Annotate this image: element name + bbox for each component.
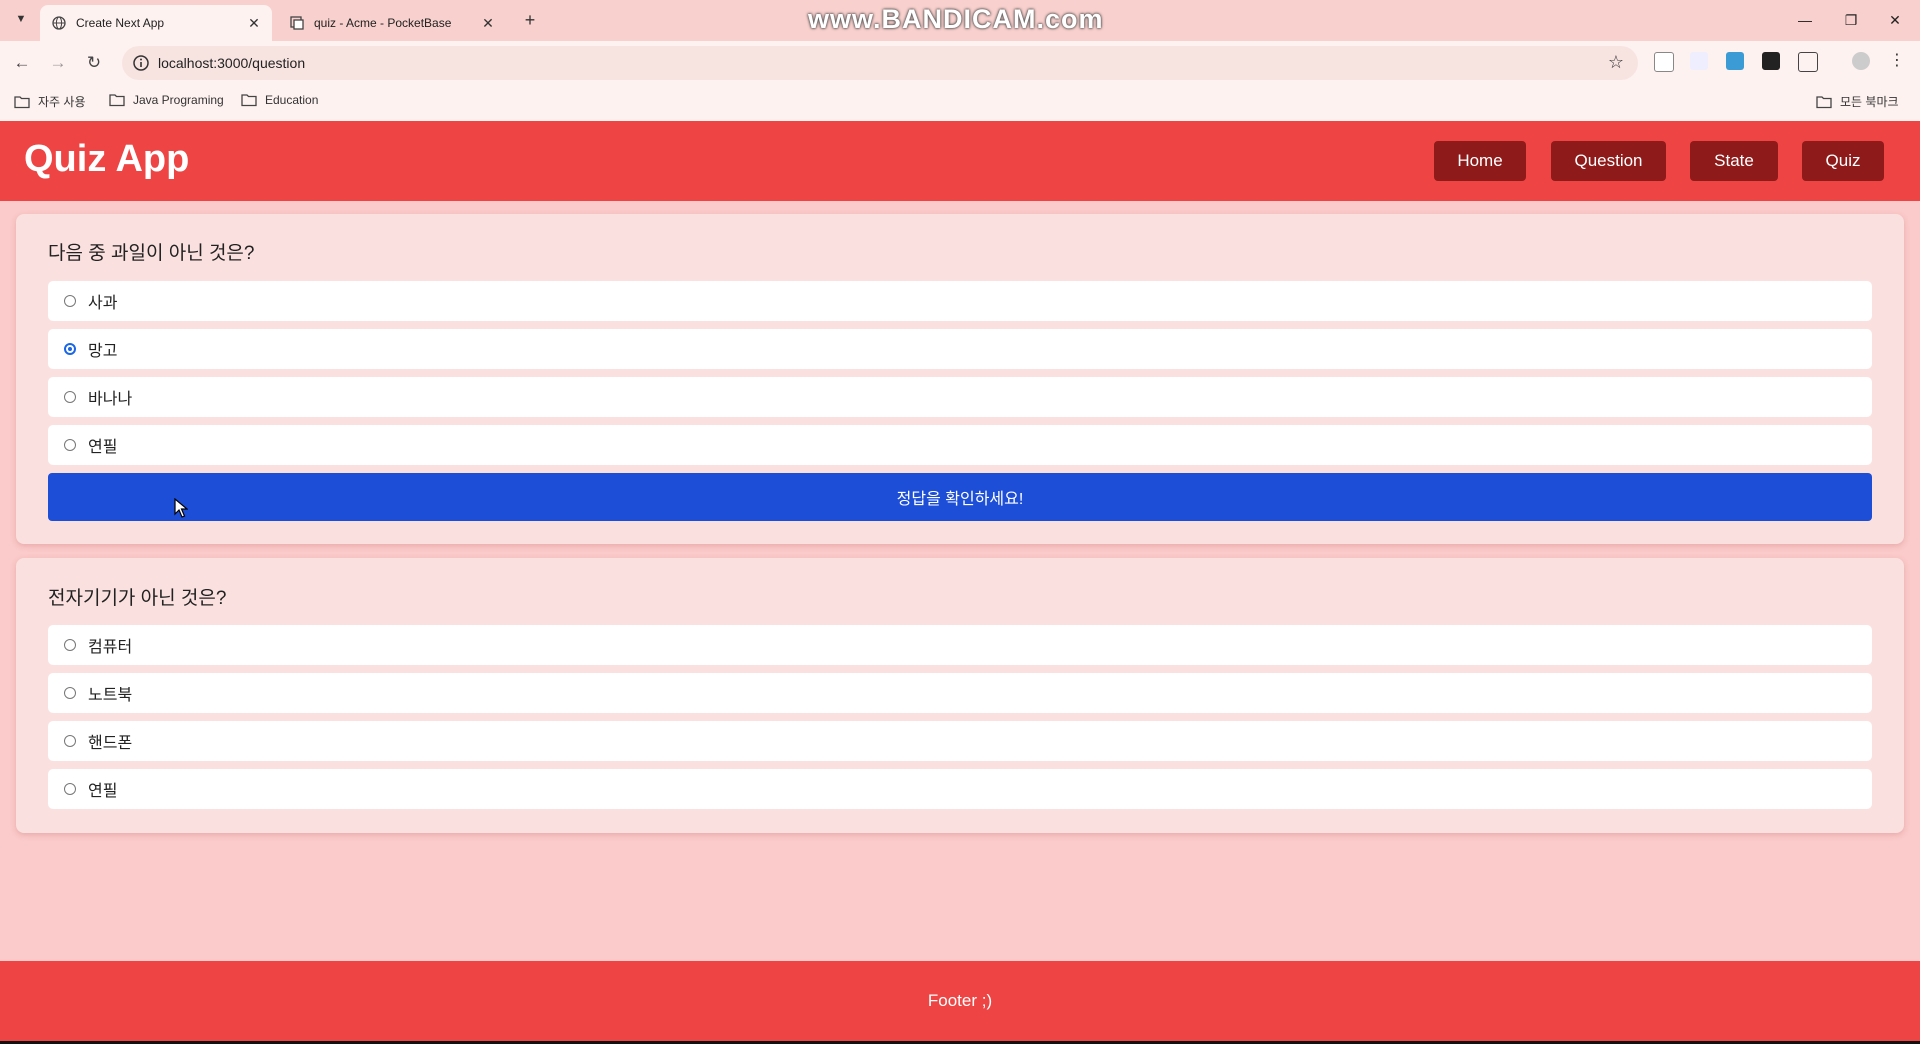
back-arrow-icon[interactable]: ← [10, 51, 34, 75]
reload-icon[interactable]: ↻ [82, 51, 106, 75]
option-label: 노트북 [88, 687, 133, 704]
minimize-icon[interactable]: — [1795, 10, 1815, 30]
extension-globe-icon[interactable] [1726, 52, 1744, 70]
browser-menu-icon[interactable]: ⋮ [1888, 52, 1906, 70]
tab-title: quiz - Acme - PocketBase [314, 16, 452, 30]
question-text: 전자기기가 아닌 것은? [48, 588, 227, 609]
tab-title: Create Next App [76, 16, 165, 30]
recorder-watermark: www.BANDICAM.com [808, 4, 1104, 34]
option-label: 컴퓨터 [88, 639, 133, 656]
globe-icon [52, 16, 66, 30]
option-label: 연필 [88, 439, 118, 456]
pocketbase-icon [290, 16, 304, 30]
close-tab-icon[interactable]: ✕ [246, 15, 262, 31]
bookmark-label: 모든 북마크 [1840, 95, 1899, 109]
option-1[interactable]: 컴퓨터 [48, 625, 1872, 665]
radio-button[interactable] [64, 735, 76, 747]
option-3[interactable]: 바나나 [48, 377, 1872, 417]
mouse-cursor-icon [174, 498, 188, 518]
bookmark-folder-frequent[interactable]: 자주 사용 [14, 93, 86, 110]
bookmark-label: 자주 사용 [38, 95, 86, 109]
bookmark-label: Education [265, 93, 319, 107]
radio-button[interactable] [64, 295, 76, 307]
close-tab-icon[interactable]: ✕ [480, 15, 496, 31]
option-2[interactable]: 노트북 [48, 673, 1872, 713]
app-title: Quiz App [24, 138, 190, 180]
option-4[interactable]: 연필 [48, 425, 1872, 465]
site-info-icon[interactable] [132, 54, 150, 72]
tab-create-next-app[interactable]: Create Next App ✕ [40, 5, 272, 41]
app-header: Quiz App Home Question State Quiz [0, 121, 1920, 201]
bookmark-star-icon[interactable]: ☆ [1608, 52, 1624, 73]
folder-icon [241, 94, 257, 107]
option-label: 연필 [88, 783, 118, 800]
browser-toolbar: ← → ↻ localhost:3000/question ☆ [0, 41, 1920, 85]
extension-reader-icon[interactable] [1654, 52, 1674, 72]
folder-icon [1816, 95, 1832, 108]
option-4[interactable]: 연필 [48, 769, 1872, 809]
radio-button[interactable] [64, 391, 76, 403]
question-card-1: 다음 중 과일이 아닌 것은? 사과 망고 바나나 연필 정답을 확인하세요! [16, 214, 1904, 544]
restore-icon[interactable]: ❐ [1841, 10, 1861, 30]
forward-arrow-icon[interactable]: → [46, 51, 70, 75]
radio-button[interactable] [64, 687, 76, 699]
radio-button[interactable] [64, 639, 76, 651]
option-1[interactable]: 사과 [48, 281, 1872, 321]
tab-search-chevron-icon[interactable]: ▼ [12, 10, 30, 28]
option-label: 핸드폰 [88, 735, 133, 752]
option-label: 바나나 [88, 391, 133, 408]
close-window-icon[interactable]: ✕ [1885, 10, 1905, 30]
extension-translator-icon[interactable] [1762, 52, 1780, 70]
bookmarks-bar: 자주 사용 Java Programing Education 모든 북마크 [0, 85, 1920, 121]
bookmark-folder-education[interactable]: Education [241, 93, 318, 107]
new-tab-plus-icon[interactable]: + [520, 10, 540, 30]
radio-button[interactable] [64, 783, 76, 795]
option-2[interactable]: 망고 [48, 329, 1872, 369]
profile-avatar[interactable] [1852, 52, 1870, 70]
option-label: 사과 [88, 295, 118, 312]
option-3[interactable]: 핸드폰 [48, 721, 1872, 761]
address-bar[interactable]: localhost:3000/question ☆ [122, 46, 1638, 80]
folder-icon [109, 94, 125, 107]
option-label: 망고 [88, 343, 118, 360]
folder-icon [14, 95, 30, 108]
bookmark-folder-java[interactable]: Java Programing [109, 93, 224, 107]
tab-pocketbase[interactable]: quiz - Acme - PocketBase ✕ [278, 5, 506, 41]
bookmark-label: Java Programing [133, 93, 224, 107]
check-answer-button[interactable]: 정답을 확인하세요! [48, 473, 1872, 521]
radio-button-selected[interactable] [64, 343, 76, 355]
all-bookmarks-folder[interactable]: 모든 북마크 [1816, 93, 1899, 110]
nav-quiz-button[interactable]: Quiz [1802, 141, 1884, 181]
nav-home-button[interactable]: Home [1434, 141, 1526, 181]
extension-accessibility-icon[interactable] [1690, 52, 1708, 70]
radio-button[interactable] [64, 439, 76, 451]
browser-tab-strip: ▼ Create Next App ✕ quiz - Acme - Pocket… [0, 0, 1920, 41]
question-card-2: 전자기기가 아닌 것은? 컴퓨터 노트북 핸드폰 연필 [16, 558, 1904, 833]
question-text: 다음 중 과일이 아닌 것은? [48, 243, 255, 264]
app-footer: Footer ;) [0, 961, 1920, 1041]
nav-question-button[interactable]: Question [1551, 141, 1666, 181]
extensions-puzzle-icon[interactable] [1798, 52, 1818, 72]
url-text[interactable]: localhost:3000/question [158, 55, 305, 71]
nav-state-button[interactable]: State [1690, 141, 1778, 181]
